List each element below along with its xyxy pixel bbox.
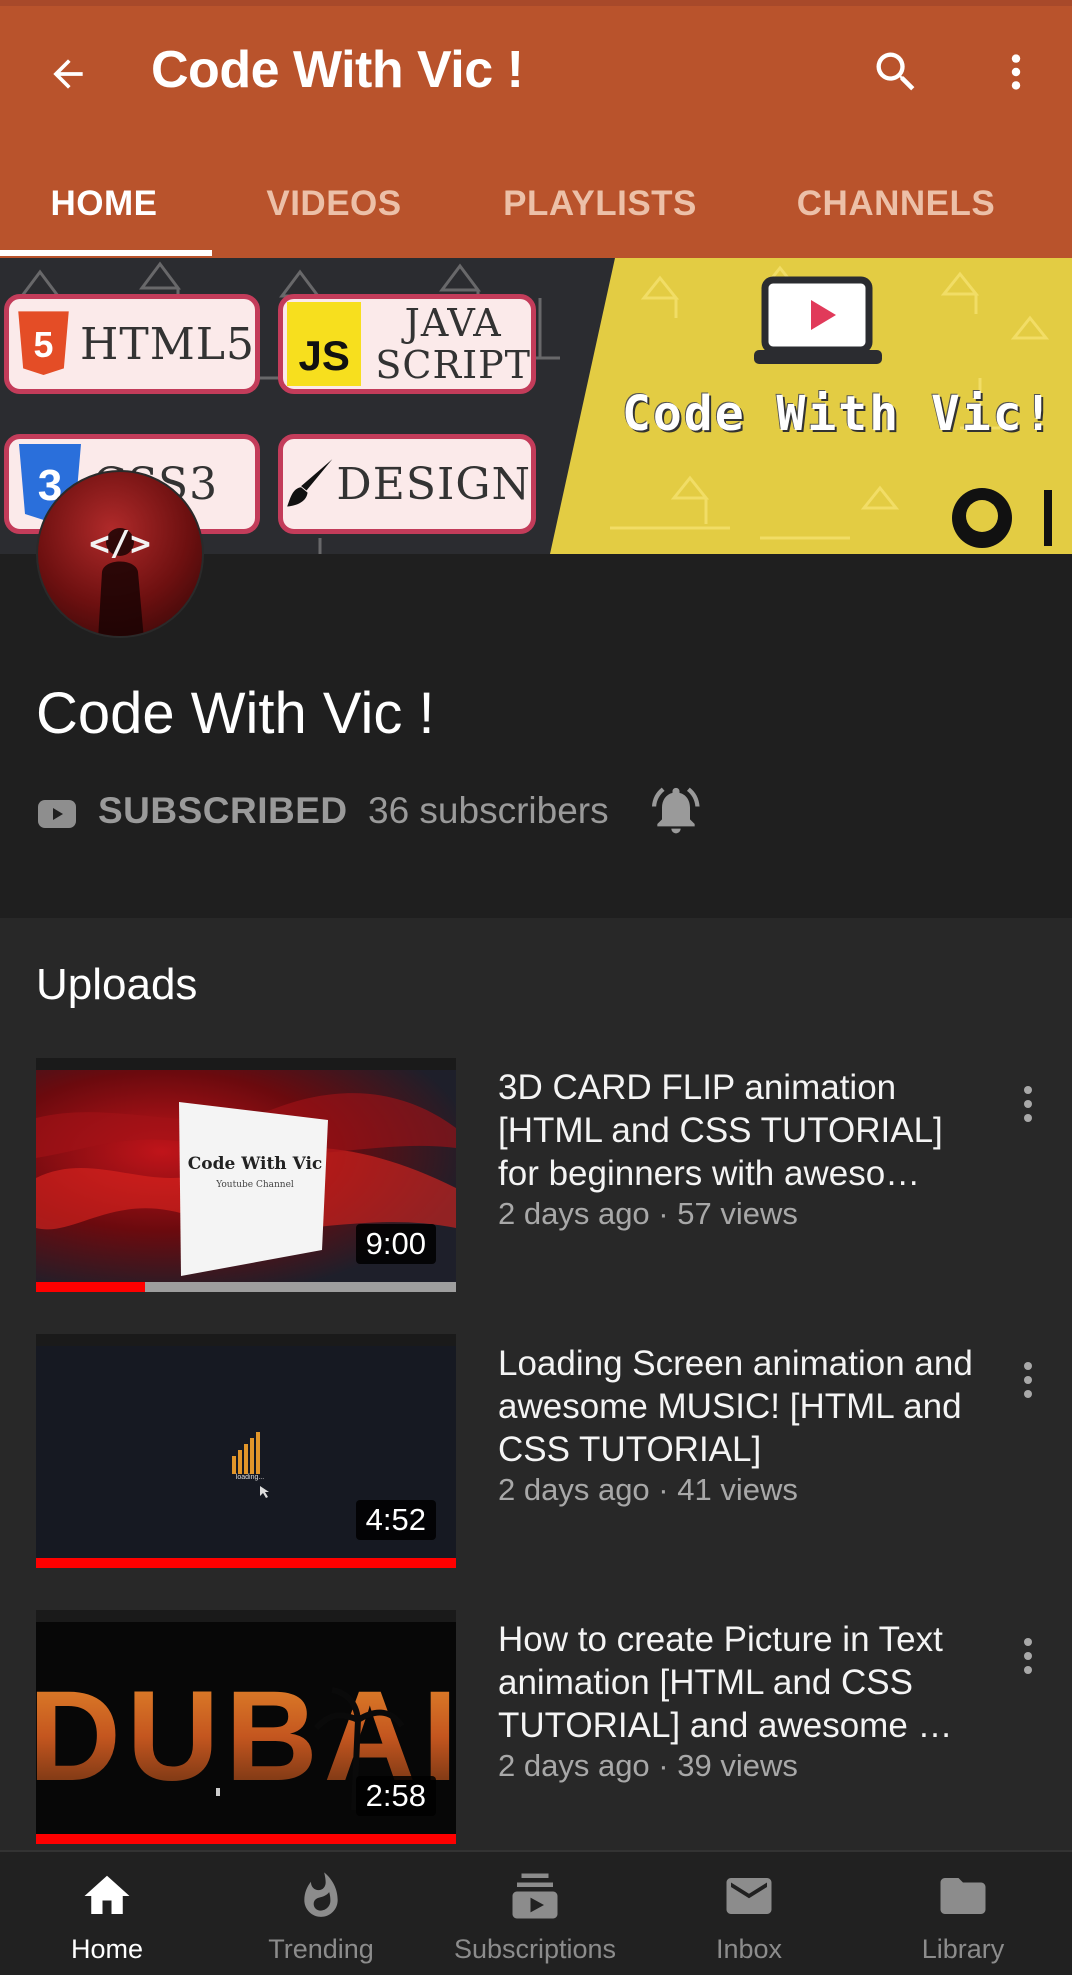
video-title[interactable]: Loading Screen animation and awesome MUS… bbox=[498, 1342, 978, 1471]
avatar[interactable]: </> bbox=[36, 470, 204, 638]
flame-icon bbox=[304, 1872, 338, 1917]
video-item[interactable]: Code With Vic Youtube Channel 9:00 3D CA… bbox=[0, 1058, 1072, 1298]
app-bar: Code With Vic ! HOME VIDEOS PLAYLISTS CH… bbox=[0, 0, 1072, 258]
video-meta: 2 days ago · 41 views bbox=[498, 1472, 798, 1507]
status-strip bbox=[0, 0, 1072, 6]
page-title: Code With Vic ! bbox=[151, 41, 524, 99]
nav-library[interactable]: Library bbox=[856, 1852, 1070, 1975]
nav-home-label: Home bbox=[70, 1934, 144, 1964]
javascript-chip-label: JAVA SCRIPT bbox=[375, 302, 531, 386]
back-button[interactable] bbox=[36, 42, 100, 106]
thumbnail-card-subtitle: Youtube Channel bbox=[216, 1180, 294, 1190]
thumbnail-loading-text: loading... bbox=[235, 1474, 265, 1481]
html5-chip-label: HTML5 bbox=[80, 318, 255, 370]
video-thumbnail[interactable]: loading... 4:52 bbox=[36, 1334, 456, 1568]
channel-tabs: HOME VIDEOS PLAYLISTS CHANNELS bbox=[0, 150, 1072, 258]
js-logo-icon: JS bbox=[287, 302, 362, 386]
subscriptions-icon bbox=[512, 1873, 558, 1919]
bottom-navigation: Home Trending Subscriptions Inbox Librar… bbox=[0, 1850, 1072, 1975]
tab-playlists[interactable]: PLAYLISTS bbox=[490, 150, 710, 258]
nav-library-label: Library bbox=[921, 1934, 1005, 1964]
channel-name: Code With Vic ! bbox=[36, 681, 435, 746]
javascript-chip-line1: JAVA bbox=[404, 301, 502, 345]
watch-progress-fill bbox=[36, 1282, 146, 1292]
more-options-button[interactable] bbox=[992, 38, 1040, 106]
watch-progress-bar bbox=[36, 1282, 456, 1292]
video-duration: 2:58 bbox=[355, 1776, 436, 1816]
video-title[interactable]: 3D CARD FLIP animation [HTML and CSS TUT… bbox=[498, 1066, 978, 1195]
html5-logo-icon: 5 bbox=[18, 311, 69, 375]
watch-progress-bar bbox=[36, 1834, 456, 1844]
video-duration: 4:52 bbox=[355, 1500, 436, 1540]
design-chip-label: DESIGN bbox=[336, 458, 531, 510]
video-duration: 9:00 bbox=[355, 1224, 436, 1264]
watch-progress-bar bbox=[36, 1558, 456, 1568]
more-vert-icon bbox=[1024, 1638, 1032, 1674]
uploads-heading: Uploads bbox=[36, 960, 198, 1009]
nav-inbox-label: Inbox bbox=[715, 1934, 783, 1964]
more-vert-icon bbox=[1011, 54, 1021, 90]
video-item[interactable]: DUBAI 2:58 How to create Picture in Text… bbox=[0, 1610, 1072, 1850]
nav-subscriptions-label: Subscriptions bbox=[453, 1934, 617, 1964]
design-chip: DESIGN bbox=[278, 434, 536, 534]
tab-videos[interactable]: VIDEOS bbox=[246, 150, 422, 258]
video-thumbnail[interactable]: DUBAI 2:58 bbox=[36, 1610, 456, 1844]
video-meta: 2 days ago · 57 views bbox=[498, 1196, 798, 1231]
subscribe-button[interactable]: SUBSCRIBED bbox=[98, 790, 348, 832]
video-more-button[interactable] bbox=[1012, 1074, 1044, 1134]
paintbrush-icon bbox=[287, 459, 333, 507]
watch-progress-fill bbox=[36, 1834, 456, 1844]
nav-trending[interactable]: Trending bbox=[214, 1852, 428, 1975]
nav-home[interactable]: Home bbox=[0, 1852, 214, 1975]
mail-icon bbox=[726, 1878, 772, 1914]
tab-home[interactable]: HOME bbox=[0, 150, 208, 258]
video-title[interactable]: How to create Picture in Text animation … bbox=[498, 1618, 978, 1747]
bell-ringing-icon bbox=[651, 787, 700, 834]
avatar-code-text: </> bbox=[89, 524, 151, 564]
search-icon bbox=[876, 52, 915, 91]
youtube-play-icon bbox=[38, 800, 76, 828]
video-meta: 2 days ago · 39 views bbox=[498, 1748, 798, 1783]
nav-subscriptions[interactable]: Subscriptions bbox=[428, 1852, 642, 1975]
tab-channels[interactable]: CHANNELS bbox=[776, 150, 1016, 258]
video-more-button[interactable] bbox=[1012, 1626, 1044, 1686]
html5-chip: 5 HTML5 bbox=[4, 294, 260, 394]
arrow-left-icon bbox=[53, 59, 83, 89]
more-vert-icon bbox=[1024, 1362, 1032, 1398]
thumbnail-card-title: Code With Vic bbox=[187, 1154, 323, 1174]
nav-inbox[interactable]: Inbox bbox=[642, 1852, 856, 1975]
subscriber-count: 36 subscribers bbox=[368, 790, 609, 831]
home-icon bbox=[84, 1875, 130, 1914]
banner-brand-text: Code With Vic! bbox=[622, 386, 1055, 442]
javascript-chip: JS JAVA SCRIPT bbox=[278, 294, 536, 394]
more-vert-icon bbox=[1024, 1086, 1032, 1122]
nav-trending-label: Trending bbox=[268, 1934, 374, 1964]
javascript-chip-line2: SCRIPT bbox=[375, 343, 531, 387]
folder-icon bbox=[940, 1878, 986, 1914]
notification-bell-button[interactable] bbox=[648, 782, 704, 838]
video-thumbnail[interactable]: Code With Vic Youtube Channel 9:00 bbox=[36, 1058, 456, 1292]
search-button[interactable] bbox=[862, 38, 930, 106]
svg-text:5: 5 bbox=[34, 325, 54, 365]
active-tab-indicator bbox=[0, 250, 212, 256]
video-item[interactable]: loading... 4:52 Loading Screen animation… bbox=[0, 1334, 1072, 1574]
video-more-button[interactable] bbox=[1012, 1350, 1044, 1410]
watch-progress-fill bbox=[36, 1558, 456, 1568]
